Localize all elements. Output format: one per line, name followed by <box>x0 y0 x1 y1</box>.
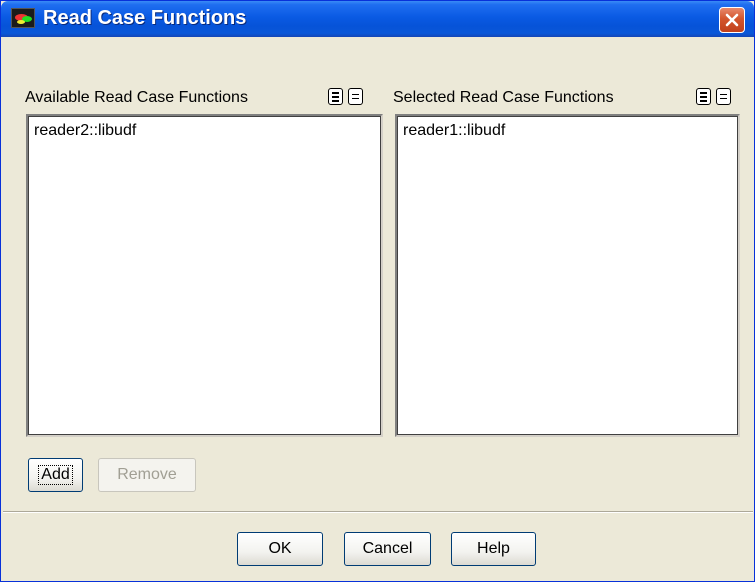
close-icon <box>725 13 739 27</box>
selected-functions-label: Selected Read Case Functions <box>393 89 614 106</box>
title-bar[interactable]: Read Case Functions <box>1 1 754 37</box>
window-title: Read Case Functions <box>43 7 247 29</box>
app-icon <box>11 8 35 28</box>
help-button[interactable]: Help <box>451 532 536 566</box>
ok-button-label: OK <box>268 540 292 557</box>
available-functions-label: Available Read Case Functions <box>25 89 248 106</box>
select-all-selected-icon[interactable] <box>696 88 711 105</box>
list-item[interactable]: reader1::libudf <box>403 122 505 140</box>
available-functions-list[interactable]: reader2::libudf <box>26 114 383 437</box>
selected-functions-list[interactable]: reader1::libudf <box>395 114 740 437</box>
cancel-button[interactable]: Cancel <box>344 532 431 566</box>
read-case-functions-dialog: Read Case Functions Available Read Case … <box>0 0 755 582</box>
remove-button-label: Remove <box>117 466 177 483</box>
deselect-all-selected-icon[interactable] <box>716 88 731 105</box>
add-button[interactable]: Add <box>28 458 83 492</box>
ok-button[interactable]: OK <box>237 532 323 566</box>
close-button[interactable] <box>719 7 745 33</box>
separator <box>3 511 753 513</box>
select-all-available-icon[interactable] <box>328 88 343 105</box>
deselect-all-available-icon[interactable] <box>348 88 363 105</box>
list-item[interactable]: reader2::libudf <box>34 122 136 140</box>
help-button-label: Help <box>477 540 510 557</box>
add-button-label: Add <box>38 465 73 485</box>
remove-button[interactable]: Remove <box>98 458 196 492</box>
cancel-button-label: Cancel <box>362 540 413 557</box>
